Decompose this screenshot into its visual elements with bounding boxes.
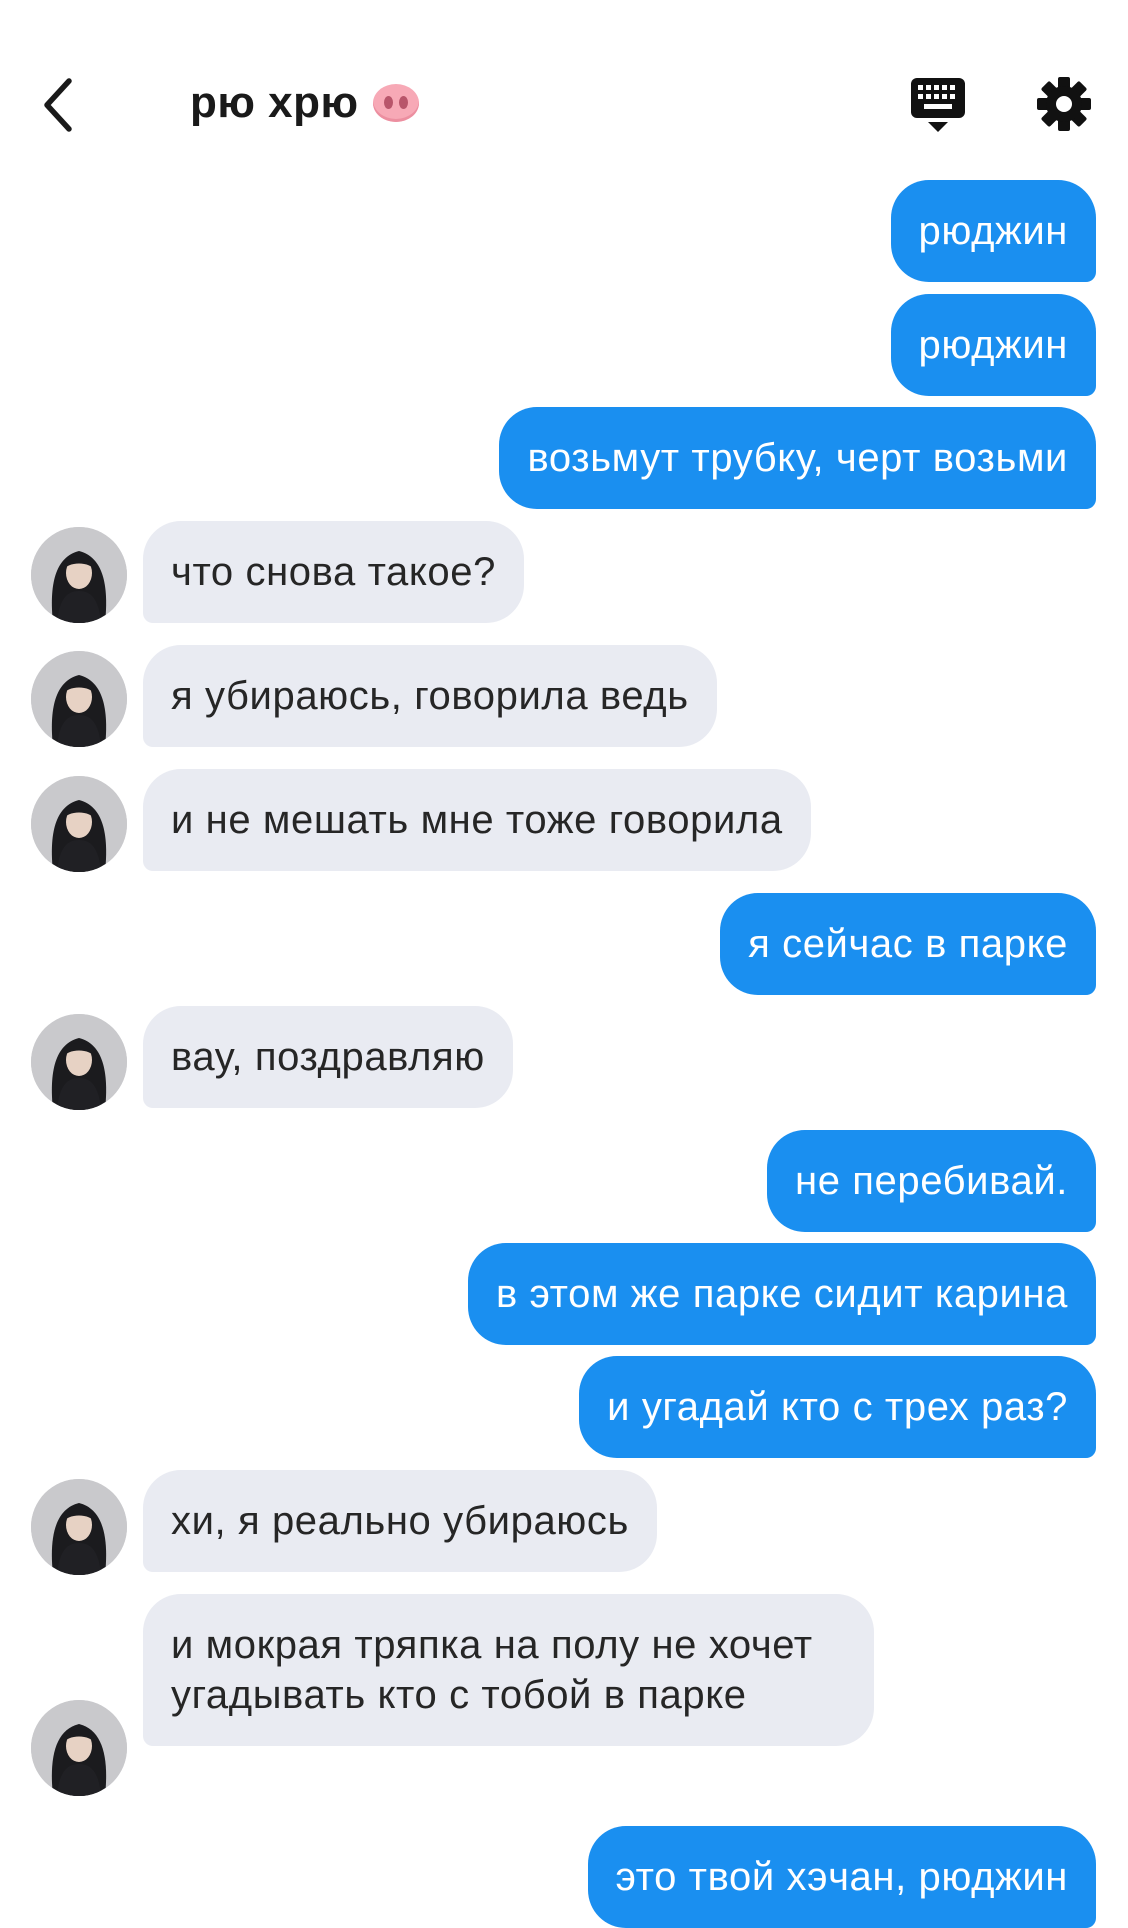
chat-title: рю хрю xyxy=(190,78,419,128)
contact-avatar[interactable] xyxy=(31,1479,127,1575)
incoming-message[interactable]: хи, я реально убираюсь xyxy=(143,1470,657,1572)
avatar-image xyxy=(31,1014,127,1110)
avatar-image xyxy=(31,1479,127,1575)
gear-icon xyxy=(1037,77,1091,131)
avatar-image xyxy=(31,651,127,747)
keyboard-icon xyxy=(911,78,965,132)
incoming-message[interactable]: вау, поздравляю xyxy=(143,1006,513,1108)
avatar-image xyxy=(31,1700,127,1796)
outgoing-message[interactable]: в этом же парке сидит карина xyxy=(467,1243,1096,1345)
outgoing-message[interactable]: это твой хэчан, рюджин xyxy=(587,1826,1096,1928)
outgoing-message[interactable]: возьмут трубку, черт возьми xyxy=(499,407,1096,509)
incoming-message[interactable]: что снова такое? xyxy=(143,521,524,623)
pig-nose-icon xyxy=(372,84,419,122)
keyboard-button[interactable] xyxy=(908,76,968,136)
outgoing-message[interactable]: рюджин xyxy=(890,294,1096,396)
outgoing-message[interactable]: рюджин xyxy=(890,180,1096,282)
incoming-message[interactable]: и не мешать мне тоже говорила xyxy=(143,769,811,871)
contact-avatar[interactable] xyxy=(31,1014,127,1110)
outgoing-message[interactable]: и угадай кто с трех раз? xyxy=(579,1356,1096,1458)
contact-avatar[interactable] xyxy=(31,527,127,623)
avatar-image xyxy=(31,527,127,623)
settings-button[interactable] xyxy=(1036,76,1092,132)
chevron-left-icon xyxy=(44,78,72,132)
incoming-message[interactable]: и мокрая тряпка на полу не хочет угадыва… xyxy=(143,1594,874,1746)
chat-title-text: рю хрю xyxy=(190,78,359,127)
contact-avatar[interactable] xyxy=(31,651,127,747)
outgoing-message[interactable]: не перебивай. xyxy=(767,1130,1096,1232)
incoming-message[interactable]: я убираюсь, говорила ведь xyxy=(143,645,717,747)
avatar-image xyxy=(31,776,127,872)
outgoing-message[interactable]: я сейчас в парке xyxy=(720,893,1096,995)
back-button[interactable] xyxy=(30,70,86,140)
contact-avatar[interactable] xyxy=(31,1700,127,1796)
chat-header: рю хрю xyxy=(0,0,1128,170)
contact-avatar[interactable] xyxy=(31,776,127,872)
